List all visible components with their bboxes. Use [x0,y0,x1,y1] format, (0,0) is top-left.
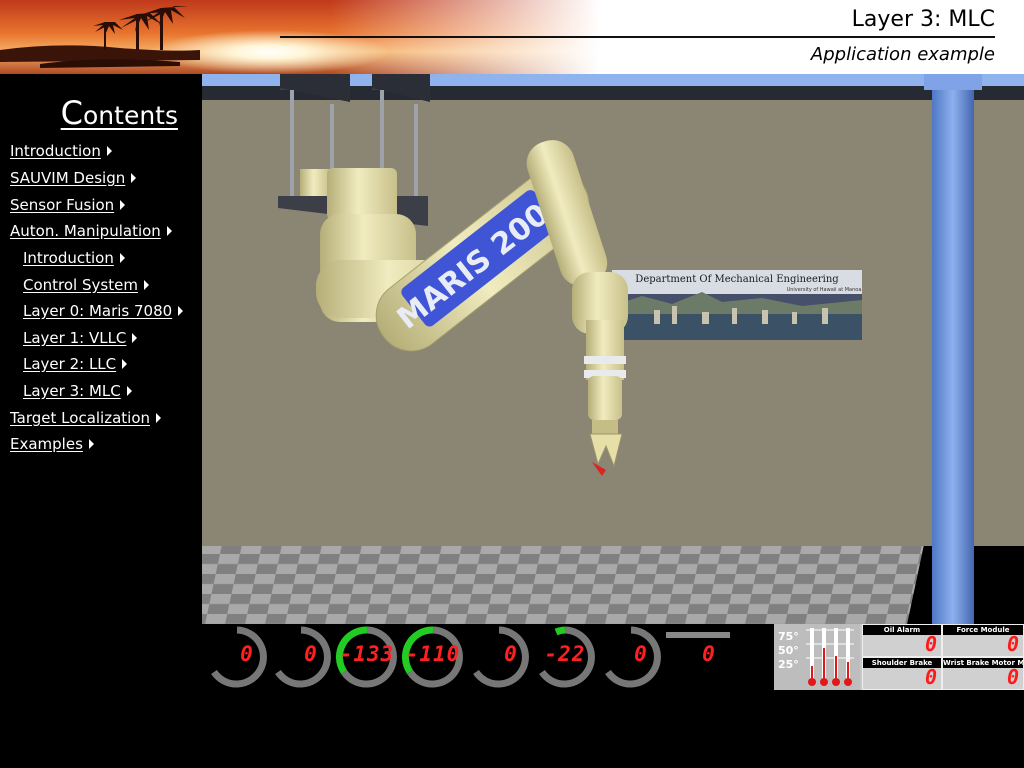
joint-7-readout: 0 [634,642,648,666]
gripper-gauge-bar [666,632,730,638]
nav-item-sensor-fusion[interactable]: Sensor Fusion [10,196,126,214]
arrow-right-icon [120,200,126,210]
nav-subitem-layer-2[interactable]: Layer 2: LLC [23,355,128,373]
temp-label-50: 50° [778,644,799,657]
arrow-right-icon [88,439,94,449]
nav-item-introduction[interactable]: Introduction [10,142,112,160]
wrist-brake-value: 0 [1006,665,1019,689]
nav-item-label: Examples [10,435,83,453]
arrow-right-icon [126,386,132,396]
nav-item-label: Introduction [10,142,101,160]
nav-item-label: Target Localization [10,409,151,427]
nav-subitem-layer-0[interactable]: Layer 0: Maris 7080 [23,302,184,320]
nav-subitem-control-system[interactable]: Control System [23,276,149,294]
nav-item-label: Layer 0: Maris 7080 [23,302,173,320]
nav-item-label: Auton. Manipulation [10,222,161,240]
arrow-right-icon [143,280,149,290]
nav-subitem-layer-1[interactable]: Layer 1: VLLC [23,329,138,347]
force-module-indicator: Force Module 0 [942,624,1024,657]
blue-pillar [932,80,974,624]
contents-heading-rest: ontents [83,101,178,130]
department-poster: Department Of Mechanical Engineering Uni… [612,270,862,340]
wrist-brake-indicator: Wrist Brake Motor Module 0 [942,657,1024,690]
nav-item-label: Introduction [23,249,114,267]
shoulder-brake-indicator: Shoulder Brake 0 [862,657,942,690]
joint-gauge-panel: 0 0 -133 -110 0 -22 0 0 [202,624,774,688]
nav-item-label: Layer 2: LLC [23,355,117,373]
arrow-right-icon [119,253,125,263]
nav-item-examples[interactable]: Examples [10,435,94,453]
checkered-floor [202,546,1024,624]
simulation-scene: Department Of Mechanical Engineering Uni… [202,74,1024,624]
nav-item-label: Sensor Fusion [10,196,115,214]
contents-heading-initial: C [60,94,83,132]
nav-item-label: Layer 3: MLC [23,382,121,400]
nav-item-auton-manipulation[interactable]: Auton. Manipulation [10,222,172,240]
slide-subtitle: Application example [810,44,995,65]
slide-header: Layer 3: MLC Application example [0,0,1024,74]
slide-title: Layer 3: MLC [851,7,995,32]
arrow-right-icon [106,146,112,156]
arrow-right-icon [166,226,172,236]
nav-subitem-introduction[interactable]: Introduction [23,249,125,267]
poster-subtitle: University of Hawaii at Manoa [787,287,862,293]
arrow-right-icon [156,413,162,423]
nav-item-label: Control System [23,276,138,294]
nav-item-label: Layer 1: VLLC [23,329,127,347]
nav-item-sauvim-design[interactable]: SAUVIM Design [10,169,137,187]
temp-label-75: 75° [778,630,799,643]
arrow-right-icon [131,173,137,183]
oil-alarm-value: 0 [924,632,937,656]
thermometer-icons [806,628,854,686]
joint-6-readout: -22 [544,642,586,666]
status-panel: 75° 50° 25° Oil Alarm 0 Force Module 0 S… [774,624,1024,690]
temp-label-25: 25° [778,658,799,671]
contents-sidebar: Contents Introduction SAUVIM Design Sens… [0,74,202,768]
arrow-right-icon [132,333,138,343]
joint-3-readout: -133 [339,642,395,666]
oil-alarm-indicator: Oil Alarm 0 [862,624,942,657]
arrow-right-icon [122,359,128,369]
poster-title: Department Of Mechanical Engineering [635,274,839,285]
nav-item-target-localization[interactable]: Target Localization [10,409,162,427]
nav-item-label: SAUVIM Design [10,169,126,187]
contents-heading: Contents [10,94,178,132]
nav-subitem-layer-3[interactable]: Layer 3: MLC [23,382,132,400]
shoulder-brake-value: 0 [924,665,937,689]
gripper-readout: 0 [702,642,716,666]
robot-arm-simulation: Department Of Mechanical Engineering Uni… [202,74,1024,624]
header-divider [280,36,995,38]
force-module-value: 0 [1006,632,1019,656]
temperature-gauge: 75° 50° 25° [774,624,860,690]
joint-4-readout: -110 [405,642,461,666]
arrow-right-icon [178,306,184,316]
